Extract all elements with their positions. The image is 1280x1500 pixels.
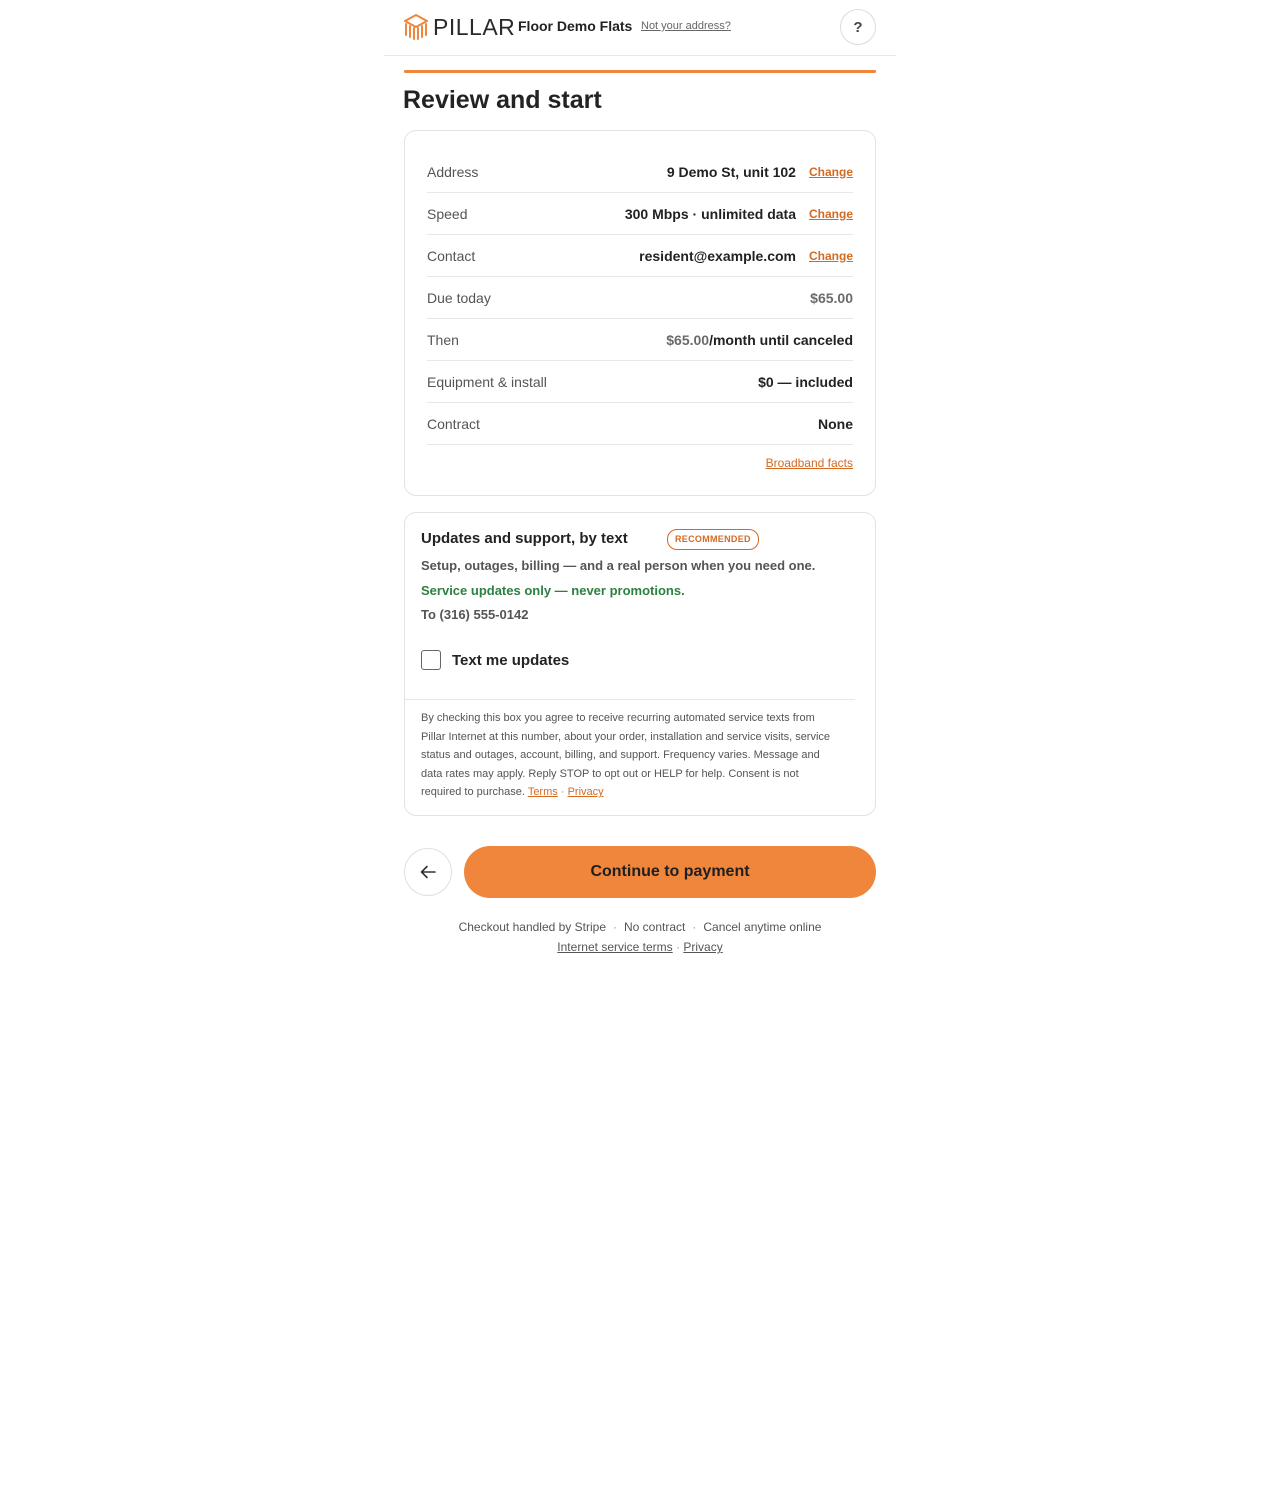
- summary-row-then: Then $65.00/month until canceled: [427, 319, 853, 361]
- order-summary-card: Address 9 Demo St, unit 102 Change Speed…: [404, 130, 876, 496]
- back-button[interactable]: [404, 848, 452, 896]
- stripe-note: Checkout handled by Stripe: [458, 920, 606, 934]
- recurring-term: /month until canceled: [709, 331, 853, 348]
- footer-links: Internet service terms · Privacy: [384, 940, 896, 954]
- help-button[interactable]: ?: [840, 9, 876, 45]
- row-label: Speed: [427, 205, 468, 222]
- property-name: Floor Demo Flats: [518, 18, 633, 34]
- change-address-link[interactable]: Change: [809, 165, 853, 179]
- summary-rows: Address 9 Demo St, unit 102 Change Speed…: [427, 151, 853, 445]
- help-icon: ?: [853, 18, 863, 36]
- sms-terms-link[interactable]: Terms: [528, 786, 558, 798]
- summary-row-address: Address 9 Demo St, unit 102 Change: [427, 151, 853, 193]
- summary-row-due-today: Due today $65.00: [427, 277, 853, 319]
- equipment-value: $0 — included: [758, 373, 853, 390]
- row-label: Contact: [427, 247, 476, 264]
- change-speed-link[interactable]: Change: [809, 207, 853, 221]
- consent-legal-text: By checking this box you agree to receiv…: [421, 712, 831, 798]
- sms-phone-number: To (316) 555-0142: [421, 607, 529, 622]
- progress-bar: [404, 70, 876, 73]
- footer-privacy-link[interactable]: Privacy: [683, 940, 722, 954]
- no-contract-note: No contract: [624, 920, 686, 934]
- recurring-price-value: $65.00/month until canceled: [666, 332, 853, 348]
- broadband-facts-link[interactable]: Broadband facts: [766, 456, 853, 470]
- brand-name: PILLAR: [433, 14, 516, 40]
- arrow-left-icon: [420, 865, 436, 879]
- divider: [405, 699, 855, 700]
- sms-service-note: Service updates only — never promotions.: [421, 583, 685, 598]
- row-label: Contract: [427, 415, 480, 432]
- separator: ·: [613, 920, 617, 934]
- sms-description: Setup, outages, billing — and a real per…: [421, 558, 816, 573]
- recommended-badge: RECOMMENDED: [667, 529, 759, 550]
- sms-consent-text: By checking this box you agree to receiv…: [421, 709, 841, 802]
- service-terms-link[interactable]: Internet service terms: [557, 940, 672, 954]
- row-label: Due today: [427, 289, 491, 306]
- checkout-trust-notes: Checkout handled by Stripe · No contract · C…: [384, 920, 896, 934]
- summary-row-contact: Contact resident@example.com Change: [427, 235, 853, 277]
- row-right: resident@example.com Change: [639, 248, 853, 264]
- sms-privacy-link[interactable]: Privacy: [568, 786, 604, 798]
- text-updates-label[interactable]: Text me updates: [452, 652, 569, 669]
- progress-fill: [404, 70, 876, 73]
- separator: ·: [560, 786, 565, 798]
- page-title: Review and start: [403, 86, 602, 114]
- not-your-address-link[interactable]: Not your address?: [641, 20, 731, 32]
- summary-row-contract: Contract None: [427, 403, 853, 445]
- row-label: Then: [427, 331, 459, 348]
- speed-value: 300 Mbps · unlimited data: [624, 205, 796, 222]
- pillar-logo-icon: [404, 14, 428, 40]
- address-value: 9 Demo St, unit 102: [666, 163, 796, 180]
- checkout-page: PILLAR Floor Demo Flats Not your address…: [384, 0, 896, 954]
- sms-updates-card: Updates and support, by text RECOMMENDED…: [404, 512, 876, 816]
- row-right: 9 Demo St, unit 102 Change: [667, 164, 853, 180]
- text-updates-option[interactable]: Text me updates: [421, 650, 569, 670]
- logo: PILLAR: [404, 14, 515, 40]
- summary-row-equipment: Equipment & install $0 — included: [427, 361, 853, 403]
- text-updates-checkbox[interactable]: [421, 650, 441, 670]
- recurring-price: $65.00: [666, 331, 710, 348]
- sms-title: Updates and support, by text: [421, 530, 628, 547]
- separator: ·: [692, 920, 697, 934]
- contract-value: None: [818, 415, 853, 432]
- row-right: 300 Mbps · unlimited data Change: [625, 206, 853, 222]
- header: PILLAR Floor Demo Flats Not your address…: [384, 0, 896, 56]
- due-today-value: $65.00: [810, 289, 853, 306]
- separator: ·: [676, 940, 681, 954]
- row-label: Equipment & install: [427, 373, 547, 390]
- row-label: Address: [427, 163, 479, 180]
- contact-value: resident@example.com: [639, 247, 796, 264]
- continue-to-payment-button[interactable]: Continue to payment: [464, 846, 876, 898]
- summary-row-speed: Speed 300 Mbps · unlimited data Change: [427, 193, 853, 235]
- change-contact-link[interactable]: Change: [809, 249, 853, 263]
- cancel-note: Cancel anytime online: [703, 920, 822, 934]
